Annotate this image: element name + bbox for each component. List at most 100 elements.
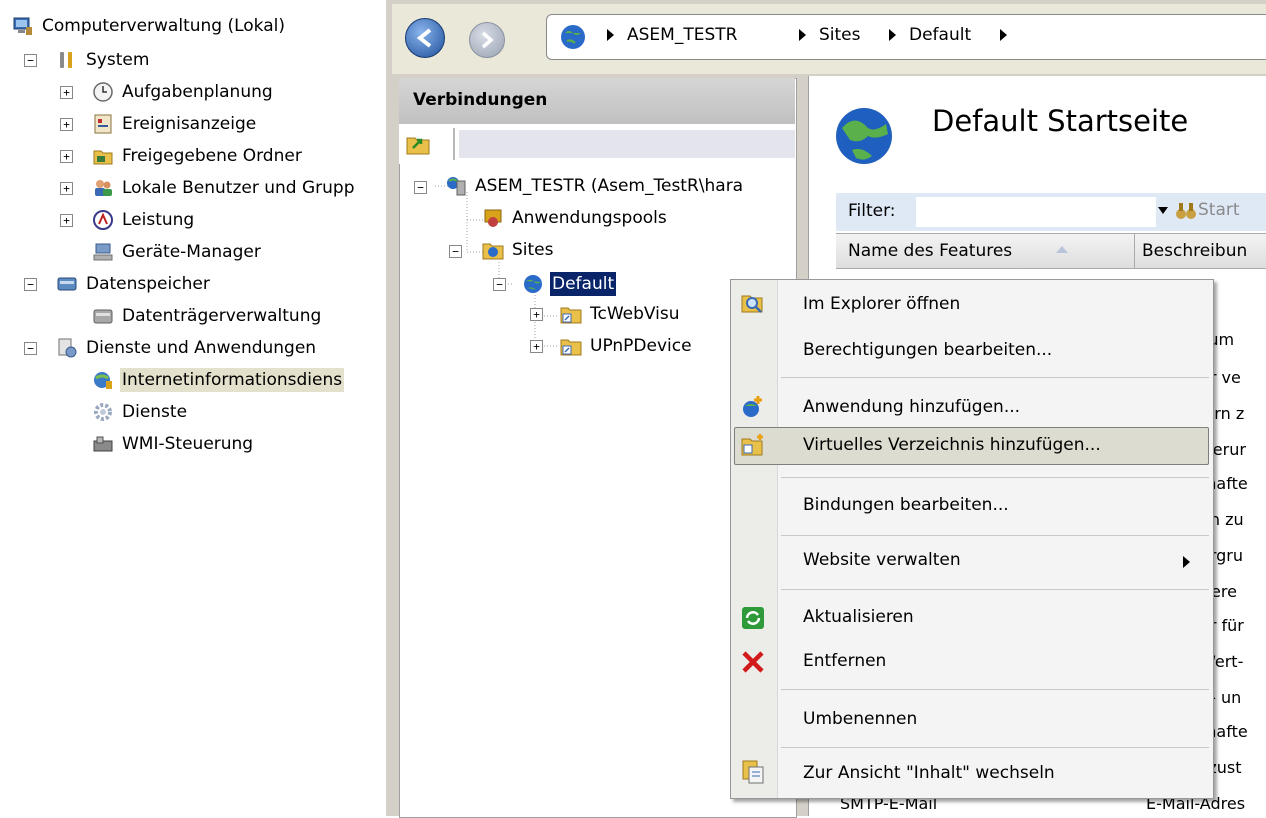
tree-label: Freigegebene Ordner [122, 145, 302, 166]
tree-label: UPnPDevice [590, 335, 692, 356]
sites-folder-icon [482, 243, 504, 259]
address-bar[interactable]: ASEM_TESTR Sites Default [546, 14, 1266, 60]
tree-item-app-pools[interactable]: Anwendungspools [482, 202, 669, 233]
tree-item-disk-management[interactable]: Datenträgerverwaltung [92, 300, 323, 331]
globe-icon [561, 25, 585, 49]
menu-item-edit-bindings[interactable]: Bindungen bearbeiten... [803, 495, 1009, 515]
submenu-arrow-icon [1183, 556, 1190, 568]
tree-label: ASEM_TESTR (Asem_TestR\hara [475, 175, 744, 196]
website-globe-icon [524, 274, 542, 293]
connect-icon[interactable] [405, 132, 431, 156]
tree-item-event-viewer[interactable]: Ereignisanzeige [92, 108, 258, 139]
tree-label: Lokale Benutzer und Grupp [122, 177, 355, 198]
server-icon [447, 176, 466, 195]
toolbar-divider [453, 128, 455, 160]
tree-label: System [86, 49, 150, 70]
page-title: Default Startseite [932, 104, 1189, 138]
menu-separator [781, 535, 1209, 536]
expander-system[interactable]: − [24, 54, 37, 67]
binoculars-icon [1176, 203, 1196, 219]
tree-label: Anwendungspools [512, 207, 667, 228]
connections-header: Verbindungen [399, 78, 795, 124]
menu-item-remove[interactable]: Entfernen [803, 651, 886, 671]
column-header-description[interactable]: Beschreibun [1142, 241, 1247, 261]
expander-storage[interactable]: − [24, 278, 37, 291]
filter-input[interactable] [916, 197, 1156, 227]
menu-item-add-virtual-directory[interactable]: Virtuelles Verzeichnis hinzufügen... [803, 435, 1101, 455]
breadcrumb-separator [607, 29, 614, 41]
expander-local-users[interactable]: + [60, 182, 73, 195]
tree-item-sites[interactable]: Sites [482, 234, 556, 265]
add-virtual-directory-icon [741, 434, 763, 456]
menu-item-refresh[interactable]: Aktualisieren [803, 607, 914, 627]
forward-button[interactable] [469, 22, 505, 58]
tree-item-tcwebvisu[interactable]: TcWebVisu [560, 298, 682, 329]
expander-performance[interactable]: + [60, 214, 73, 227]
menu-item-add-application[interactable]: Anwendung hinzufügen... [803, 397, 1020, 417]
menu-separator [781, 477, 1209, 478]
clock-icon [93, 81, 113, 102]
tree-item-system[interactable]: System [56, 44, 151, 75]
tree-item-services[interactable]: Dienste [92, 396, 189, 427]
tree-label: Datenträgerverwaltung [122, 305, 322, 326]
back-button[interactable] [405, 18, 445, 58]
tree-label: Ereignisanzeige [122, 113, 257, 134]
menu-item-open-explorer[interactable]: Im Explorer öffnen [803, 294, 960, 314]
site-globe-icon [836, 108, 892, 164]
start-button[interactable]: Start [1198, 200, 1240, 220]
breadcrumb-sites[interactable]: Sites [819, 25, 861, 45]
tree-item-root[interactable]: Computerverwaltung (Lokal) [12, 10, 287, 41]
expander-shared-folders[interactable]: + [60, 150, 73, 163]
services-apps-icon [58, 338, 77, 357]
menu-separator [781, 747, 1209, 748]
tree-item-task-scheduler[interactable]: Aufgabenplanung [92, 76, 275, 107]
wmi-icon [93, 436, 113, 451]
tree-item-performance[interactable]: Leistung [92, 204, 196, 235]
tree-item-default-site[interactable]: Default [522, 268, 617, 299]
storage-icon [57, 277, 77, 290]
tree-item-device-manager[interactable]: Geräte-Manager [92, 236, 263, 267]
chevron-down-icon[interactable] [1158, 207, 1168, 215]
tools-icon [60, 51, 72, 68]
menu-item-manage-website[interactable]: Website verwalten [803, 550, 961, 570]
device-manager-icon [93, 243, 113, 260]
expander-services-apps[interactable]: − [24, 342, 37, 355]
expander-default-site[interactable]: − [493, 278, 506, 291]
toolbar-strip [459, 130, 795, 158]
content-view-icon [742, 760, 764, 784]
tree-label: WMI-Steuerung [122, 433, 254, 454]
menu-separator [781, 377, 1209, 378]
menu-separator [781, 689, 1209, 690]
expander-tcwebvisu[interactable]: + [530, 308, 543, 321]
computer-icon [13, 17, 32, 35]
tree-label: Datenspeicher [86, 273, 210, 294]
breadcrumb-server[interactable]: ASEM_TESTR [627, 25, 737, 45]
performance-gauge-icon [93, 209, 113, 230]
tree-item-services-apps[interactable]: Dienste und Anwendungen [56, 332, 318, 363]
menu-item-edit-permissions[interactable]: Berechtigungen bearbeiten... [803, 340, 1052, 360]
expander-server[interactable]: − [414, 181, 427, 194]
breadcrumb-separator [889, 29, 896, 41]
tree-item-iis[interactable]: Internetinformationsdiens [92, 364, 345, 395]
tree-item-shared-folders[interactable]: Freigegebene Ordner [92, 140, 304, 171]
menu-item-rename[interactable]: Umbenennen [803, 709, 917, 729]
expander-upnpdevice[interactable]: + [530, 340, 543, 353]
expander-sites[interactable]: − [449, 245, 462, 258]
expander-task-scheduler[interactable]: + [60, 86, 73, 99]
tree-label: Dienste [122, 401, 188, 422]
event-log-icon [94, 114, 112, 133]
connections-toolbar [399, 124, 795, 164]
tree-item-storage[interactable]: Datenspeicher [56, 268, 212, 299]
tree-item-upnpdevice[interactable]: UPnPDevice [560, 330, 694, 361]
breadcrumb-default[interactable]: Default [909, 25, 971, 45]
tree-item-wmi[interactable]: WMI-Steuerung [92, 428, 255, 459]
tree-label: Aufgabenplanung [122, 81, 273, 102]
column-header-name[interactable]: Name des Features [848, 241, 1012, 261]
tree-item-server[interactable]: ASEM_TESTR (Asem_TestR\hara [445, 170, 745, 201]
menu-item-switch-content-view[interactable]: Zur Ansicht "Inhalt" wechseln [803, 763, 1055, 783]
tree-label: TcWebVisu [590, 303, 680, 324]
connections-title: Verbindungen [413, 90, 548, 110]
arrow-left-icon [416, 28, 432, 48]
expander-event-viewer[interactable]: + [60, 118, 73, 131]
tree-item-local-users[interactable]: Lokale Benutzer und Grupp [92, 172, 357, 203]
